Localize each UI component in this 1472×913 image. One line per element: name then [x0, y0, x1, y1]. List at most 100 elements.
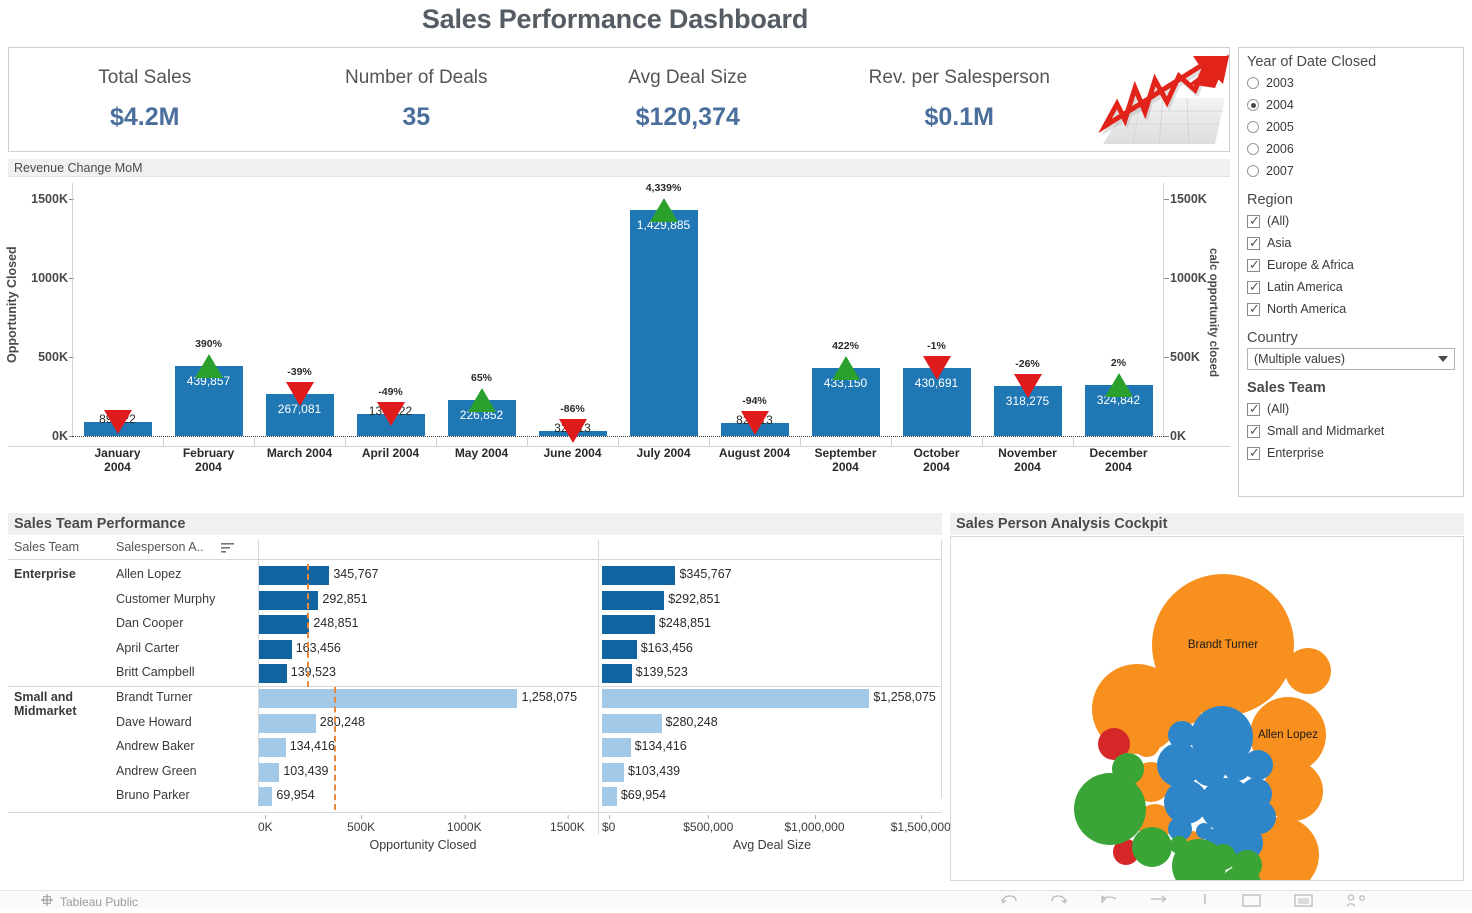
bar-column[interactable]: 137,522 -49%: [345, 183, 436, 436]
avg-deal-size-bar[interactable]: [602, 689, 870, 708]
table-row[interactable]: Britt Campbell 139,523 $139,523: [8, 662, 942, 687]
opportunity-closed-bar[interactable]: [258, 615, 310, 635]
table-row[interactable]: Small and Midmarket Brandt Turner 1,258,075…: [8, 687, 942, 718]
bubble[interactable]: [1132, 827, 1172, 867]
bar-column[interactable]: 430,691 -1%: [891, 183, 982, 436]
bar[interactable]: [629, 209, 698, 436]
radio-button[interactable]: [1247, 99, 1259, 111]
axis-tick: 1000K: [446, 815, 482, 834]
table-row[interactable]: Dave Howard 280,248 $280,248: [8, 712, 942, 737]
axis-tick: 0K: [52, 429, 74, 443]
avg-deal-size-bar[interactable]: [602, 713, 662, 733]
region-filter-options[interactable]: (All) Asia Europe & Africa Latin America Nor…: [1247, 210, 1455, 320]
checkbox[interactable]: [1247, 257, 1260, 272]
opportunity-closed-bar[interactable]: [258, 590, 319, 610]
kpi-rev-per-salesperson: Rev. per Salesperson $0.1M: [824, 48, 1096, 151]
sales-team-option-all[interactable]: (All): [1247, 398, 1455, 420]
sales-team-filter-options[interactable]: (All) Small and Midmarket Enterprise: [1247, 398, 1455, 464]
opportunity-closed-bar[interactable]: [258, 664, 287, 684]
opportunity-closed-bar[interactable]: [258, 738, 286, 758]
checkbox[interactable]: [1247, 213, 1260, 228]
download-icon[interactable]: [1346, 894, 1368, 913]
opportunity-closed-bar[interactable]: [258, 787, 273, 807]
year-option-2006[interactable]: 2006: [1247, 138, 1455, 160]
bar-column[interactable]: 439,857 390%: [163, 183, 254, 436]
bar-column[interactable]: 82,913 -94%: [709, 183, 800, 436]
region-option-europe-africa[interactable]: Europe & Africa: [1247, 254, 1455, 276]
bubble[interactable]: [1134, 731, 1160, 757]
region-option-asia[interactable]: Asia: [1247, 232, 1455, 254]
checkbox[interactable]: [1247, 401, 1260, 416]
region-option-label: Asia: [1267, 236, 1292, 250]
radio-button[interactable]: [1247, 121, 1259, 133]
avg-deal-size-bar[interactable]: [602, 566, 676, 585]
bar-column[interactable]: 32,213 -86%: [527, 183, 618, 443]
pause-icon[interactable]: [1200, 894, 1210, 913]
tableau-public-brand[interactable]: Tableau Public: [40, 893, 138, 910]
refresh-icon[interactable]: [1150, 894, 1168, 913]
opportunity-closed-bar[interactable]: [258, 713, 316, 733]
region-option-all[interactable]: (All): [1247, 210, 1455, 232]
redo-icon[interactable]: [1050, 894, 1068, 913]
bar-column[interactable]: 1,429,885 4,339%: [618, 181, 709, 436]
table-row[interactable]: Dan Cooper 248,851 $248,851: [8, 613, 942, 638]
year-option-2007[interactable]: 2007: [1247, 160, 1455, 182]
checkbox[interactable]: [1247, 423, 1260, 438]
opportunity-closed-bar[interactable]: [258, 762, 280, 782]
region-option-latin-america[interactable]: Latin America: [1247, 276, 1455, 298]
axis-tick: 500K: [1164, 349, 1200, 364]
bar-column[interactable]: 324,842 2%: [1073, 183, 1164, 436]
country-dropdown-value: (Multiple values): [1254, 352, 1346, 366]
region-option-north-america[interactable]: North America: [1247, 298, 1455, 320]
radio-button[interactable]: [1247, 165, 1259, 177]
table-row[interactable]: Bruno Parker 69,954 $69,954: [8, 785, 942, 810]
country-dropdown[interactable]: (Multiple values): [1247, 348, 1455, 370]
bar-column[interactable]: 267,081 -39%: [254, 183, 345, 436]
x-axis-tick-label: April 2004: [361, 446, 420, 460]
kpi-number-of-deals: Number of Deals 35: [281, 48, 553, 151]
triangle-down-icon: [922, 355, 951, 380]
bubble[interactable]: [1243, 750, 1273, 780]
sort-descending-icon[interactable]: [221, 542, 234, 557]
opportunity-closed-bar[interactable]: [258, 639, 292, 659]
avg-deal-size-bar[interactable]: [602, 664, 632, 684]
checkbox[interactable]: [1247, 445, 1260, 460]
footer-toolbar[interactable]: [1000, 894, 1368, 913]
bubble[interactable]: [1285, 648, 1331, 694]
view-icon[interactable]: [1242, 894, 1262, 913]
table-row[interactable]: April Carter 163,456 $163,456: [8, 638, 942, 663]
avg-deal-size-bar[interactable]: [602, 762, 624, 782]
checkbox[interactable]: [1247, 235, 1260, 250]
table-row[interactable]: Andrew Green 103,439 $103,439: [8, 761, 942, 786]
table-row[interactable]: Andrew Baker 134,416 $134,416: [8, 736, 942, 761]
share-icon[interactable]: [1294, 894, 1314, 913]
radio-button[interactable]: [1247, 143, 1259, 155]
opportunity-closed-bar[interactable]: [258, 689, 518, 708]
checkbox[interactable]: [1247, 301, 1260, 316]
pct-change-label: 4,339%: [645, 181, 682, 194]
year-option-2004[interactable]: 2004: [1247, 94, 1455, 116]
bar-column[interactable]: 433,150 422%: [800, 183, 891, 436]
bar-column[interactable]: 226,852 65%: [436, 183, 527, 436]
year-filter-options[interactable]: 2003 2004 2005 2006 2007: [1247, 72, 1455, 182]
radio-button[interactable]: [1247, 77, 1259, 89]
opportunity-closed-bar[interactable]: [258, 566, 330, 585]
avg-deal-size-bar[interactable]: [602, 738, 631, 758]
avg-deal-size-bar[interactable]: [602, 787, 617, 807]
year-option-2003[interactable]: 2003: [1247, 72, 1455, 94]
table-row[interactable]: Customer Murphy 292,851 $292,851: [8, 589, 942, 614]
table-row[interactable]: Enterprise Allen Lopez 345,767 $345,767: [8, 564, 942, 589]
revert-icon[interactable]: [1100, 894, 1118, 913]
avg-deal-size-bar[interactable]: [602, 590, 665, 610]
checkbox[interactable]: [1247, 279, 1260, 294]
avg-deal-size-bar[interactable]: [602, 639, 637, 659]
sales-team-option-small-and-midmarket[interactable]: Small and Midmarket: [1247, 420, 1455, 442]
bar-column[interactable]: 89,822: [72, 183, 163, 436]
avg-deal-size-bar[interactable]: [602, 615, 655, 635]
undo-icon[interactable]: [1000, 894, 1018, 913]
sales-team-option-enterprise[interactable]: Enterprise: [1247, 442, 1455, 464]
sales-team-option-label: Small and Midmarket: [1267, 424, 1385, 438]
avg-deal-size-label: $103,439: [627, 763, 681, 778]
bar-column[interactable]: 318,275 -26%: [982, 183, 1073, 436]
year-option-2005[interactable]: 2005: [1247, 116, 1455, 138]
